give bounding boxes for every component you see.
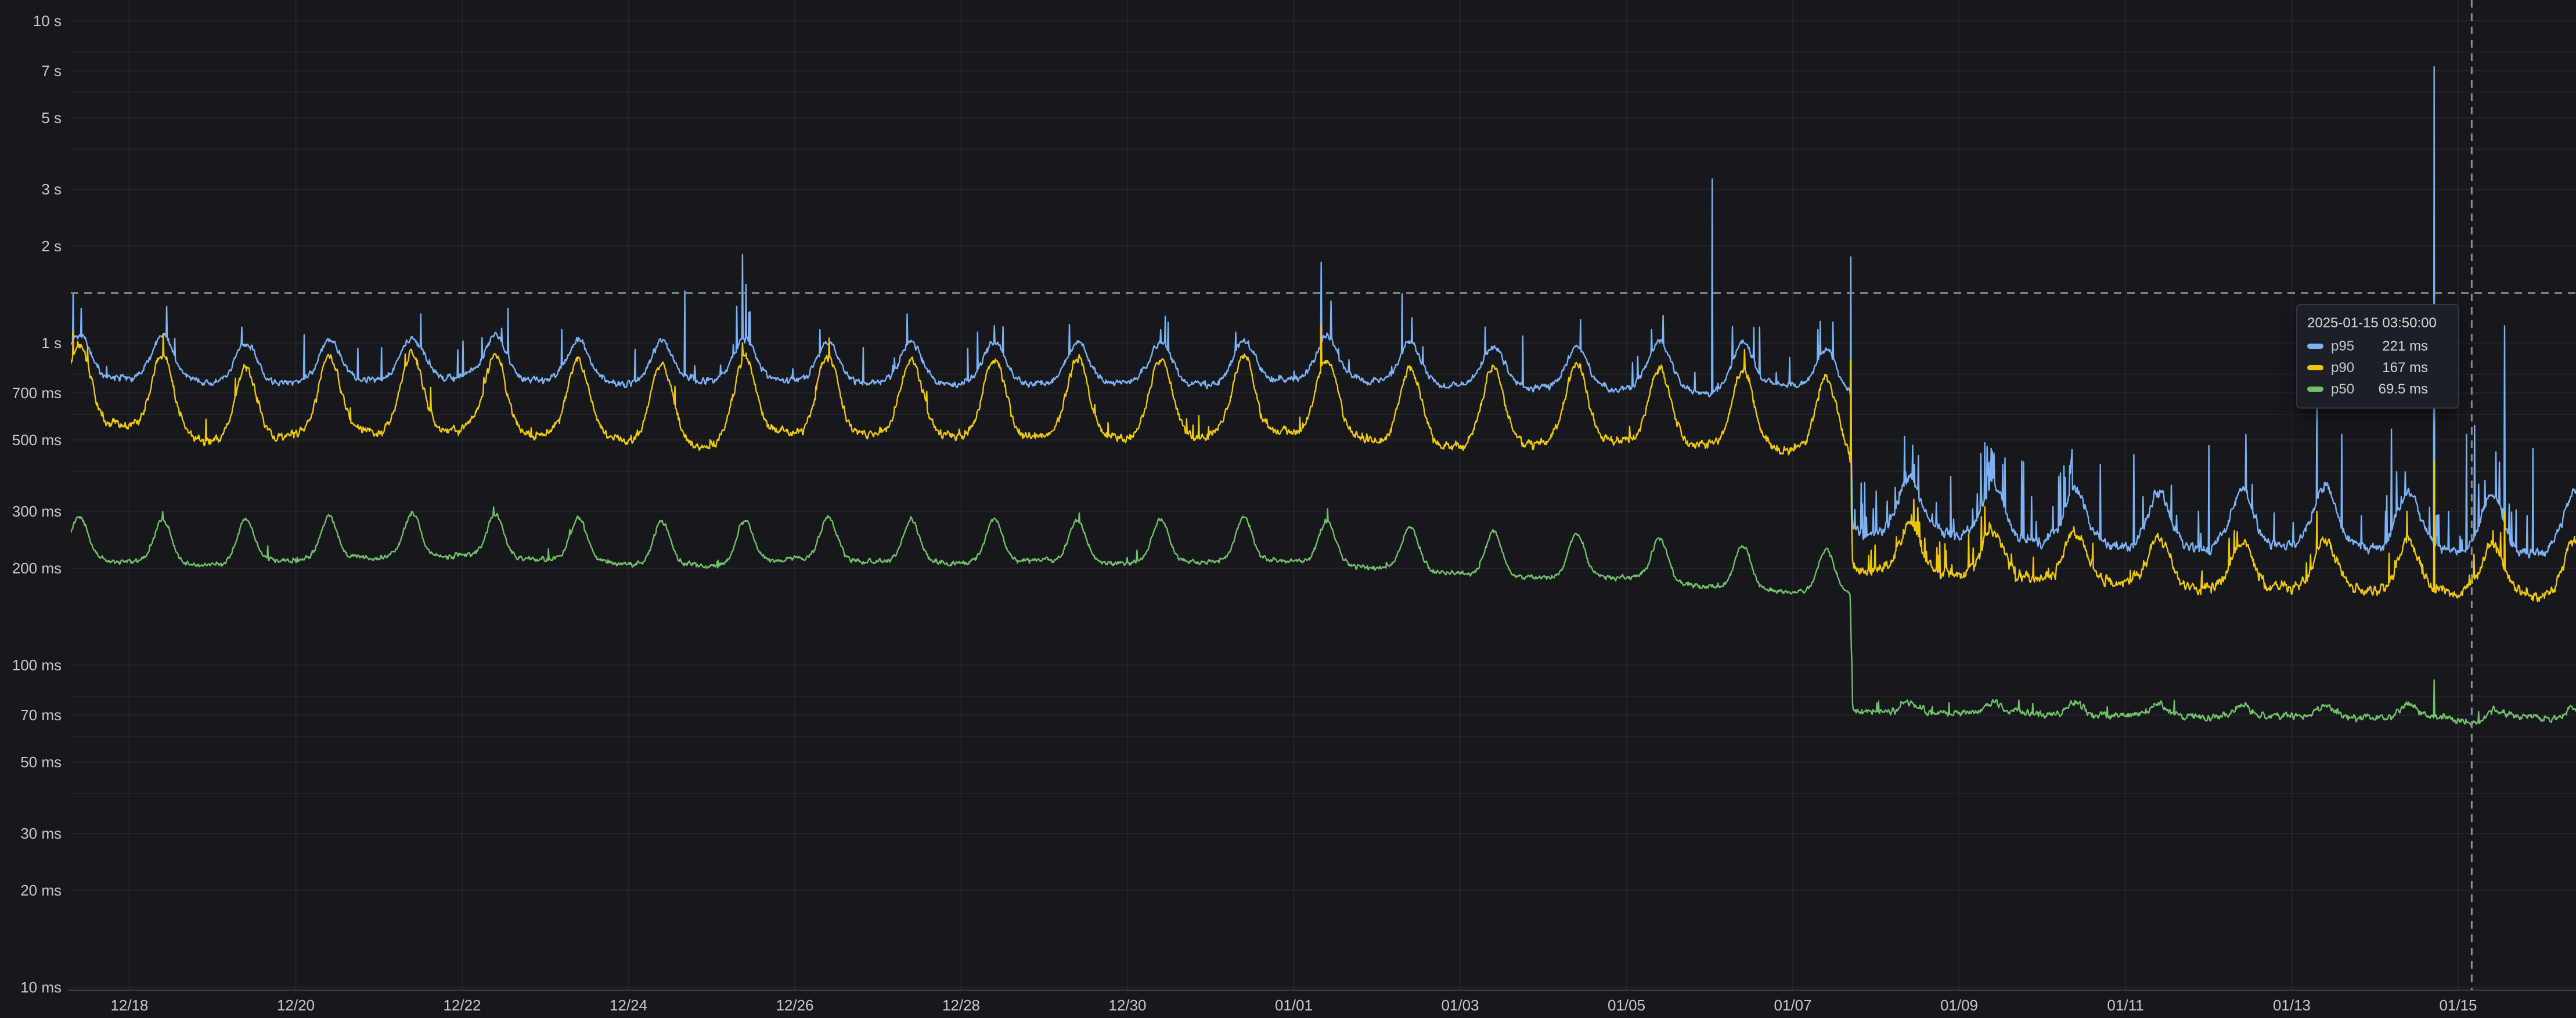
y-tick-label: 100 ms [12,656,62,674]
tooltip-series-label: p50 [2331,381,2354,398]
y-tick-label: 7 s [41,62,62,80]
y-tick-label: 3 s [41,181,62,198]
tooltip-series-value: 167 ms [2382,360,2448,376]
panel-background [0,0,2576,1018]
tooltip-row-p95: p95 221 ms [2307,335,2448,357]
y-tick-label: 1 s [41,334,62,352]
y-tick-label: 10 ms [20,979,62,996]
y-tick-label: 700 ms [12,384,62,402]
series-color-pill [2307,365,2323,370]
y-tick-label: 500 ms [12,431,62,449]
x-tick-label: 12/26 [776,997,813,1014]
y-tick-label: 50 ms [20,753,62,771]
y-tick-label: 5 s [41,109,62,127]
x-tick-label: 01/05 [1608,997,1645,1014]
latency-panel: 10 s 7 s 5 s 3 s 2 s 1 s 700 ms 500 ms 300 ms 200… [0,0,2576,1018]
x-tick-label: 12/28 [942,997,980,1014]
x-tick-label: 01/07 [1774,997,1811,1014]
y-tick-label: 200 ms [12,559,62,577]
y-tick-label: 20 ms [20,882,62,899]
series-color-pill [2307,344,2323,349]
y-tick-label: 2 s [41,237,62,255]
x-tick-label: 01/03 [1441,997,1479,1014]
x-tick-label: 01/11 [2107,997,2143,1014]
tooltip-series-label: p95 [2331,338,2354,355]
x-tick-label: 01/15 [2439,997,2477,1014]
tooltip-series-value: 221 ms [2382,338,2448,355]
x-tick-label: 12/18 [110,997,148,1014]
tooltip-rows: p95 221 ms p90 167 ms p50 69.5 ms [2307,335,2448,400]
x-tick-label: 12/20 [277,997,315,1014]
x-tick-label: 01/01 [1275,997,1313,1014]
x-tick-label: 12/22 [443,997,481,1014]
x-tick-label: 12/24 [610,997,647,1014]
latency-chart-plot-area[interactable]: 10 s 7 s 5 s 3 s 2 s 1 s 700 ms 500 ms 300 ms 200… [0,0,2576,1018]
x-tick-label: 12/30 [1108,997,1146,1014]
x-axis-tick-labels: 12/18 12/20 12/22 12/24 12/26 12/28 12/30 01/01… [110,997,2477,1014]
y-tick-label: 10 s [33,12,62,30]
chart-tooltip: 2025-01-15 03:50:00 p95 221 ms p90 167 ms p5… [2296,304,2459,409]
y-tick-label: 300 ms [12,503,62,520]
tooltip-series-value: 69.5 ms [2379,381,2448,398]
y-tick-label: 30 ms [20,825,62,842]
tooltip-row-p50: p50 69.5 ms [2307,378,2448,400]
tooltip-row-p90: p90 167 ms [2307,357,2448,378]
y-tick-label: 70 ms [20,706,62,724]
series-color-pill [2307,387,2323,392]
tooltip-series-label: p90 [2331,360,2354,376]
tooltip-timestamp: 2025-01-15 03:50:00 [2307,314,2448,333]
x-tick-label: 01/09 [1940,997,1978,1014]
x-tick-label: 01/13 [2273,997,2311,1014]
